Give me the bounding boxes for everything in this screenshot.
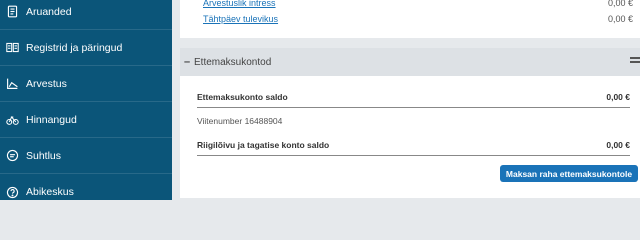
bicycle-icon <box>4 112 20 128</box>
top-row: Tähtpäev tulevikus 0,00 € <box>203 12 633 26</box>
amount-value: 0,00 € <box>607 0 633 8</box>
sidebar-item-abikeskus[interactable]: Abikeskus <box>0 174 172 210</box>
tahtpaev-tulevikus-link[interactable]: Tähtpäev tulevikus <box>203 14 278 24</box>
amount-value: 0,00 € <box>607 14 633 24</box>
chat-icon <box>4 148 20 164</box>
help-icon <box>4 184 20 200</box>
sidebar: Aruanded Registrid ja päringud Arvestus … <box>0 0 172 200</box>
arvestuslik-intress-link[interactable]: Arvestuslik intress <box>203 0 276 8</box>
registry-icon <box>4 40 20 56</box>
section-title: Ettemaksukontod <box>194 56 272 68</box>
sidebar-item-arvestus[interactable]: Arvestus <box>0 66 172 102</box>
reference-number: Viitenumber 16488904 <box>197 116 283 126</box>
balance-label: Ettemaksukonto saldo <box>197 92 288 102</box>
divider <box>197 155 630 156</box>
sidebar-item-registrid[interactable]: Registrid ja päringud <box>0 30 172 66</box>
pay-to-prepayment-button[interactable]: Maksan raha ettemaksukontole <box>500 165 638 182</box>
sidebar-item-hinnangud[interactable]: Hinnangud <box>0 102 172 138</box>
drag-handle-icon[interactable] <box>630 57 640 65</box>
document-icon <box>4 4 20 20</box>
sidebar-item-label: Abikeskus <box>26 186 74 198</box>
section-header[interactable]: – Ettemaksukontod <box>180 48 640 76</box>
state-fee-row: Riigilõivu ja tagatise konto saldo 0,00 … <box>197 140 630 150</box>
main-content: Arvestuslik intress 0,00 € Tähtpäev tule… <box>172 0 640 200</box>
balance-row: Ettemaksukonto saldo 0,00 € <box>197 92 630 102</box>
state-fee-amount: 0,00 € <box>606 140 630 150</box>
sidebar-item-aruanded[interactable]: Aruanded <box>0 0 172 30</box>
sidebar-item-label: Arvestus <box>26 77 67 90</box>
divider <box>197 107 630 108</box>
sidebar-item-label: Hinnangud <box>26 113 77 126</box>
sidebar-item-label: Aruanded <box>26 5 72 18</box>
sidebar-item-label: Registrid ja päringud <box>26 41 123 54</box>
collapse-icon[interactable]: – <box>184 56 194 68</box>
sidebar-item-suhtlus[interactable]: Suhtlus <box>0 138 172 174</box>
top-row: Arvestuslik intress 0,00 € <box>203 0 633 10</box>
prepayment-accounts-section: – Ettemaksukontod Ettemaksukonto saldo 0… <box>180 48 640 198</box>
state-fee-label: Riigilõivu ja tagatise konto saldo <box>197 140 330 150</box>
reference-row: Viitenumber 16488904 <box>197 116 630 126</box>
interest-card: Arvestuslik intress 0,00 € Tähtpäev tule… <box>180 0 640 38</box>
sidebar-item-label: Suhtlus <box>26 149 62 162</box>
balance-amount: 0,00 € <box>606 92 630 102</box>
chart-icon <box>4 76 20 92</box>
